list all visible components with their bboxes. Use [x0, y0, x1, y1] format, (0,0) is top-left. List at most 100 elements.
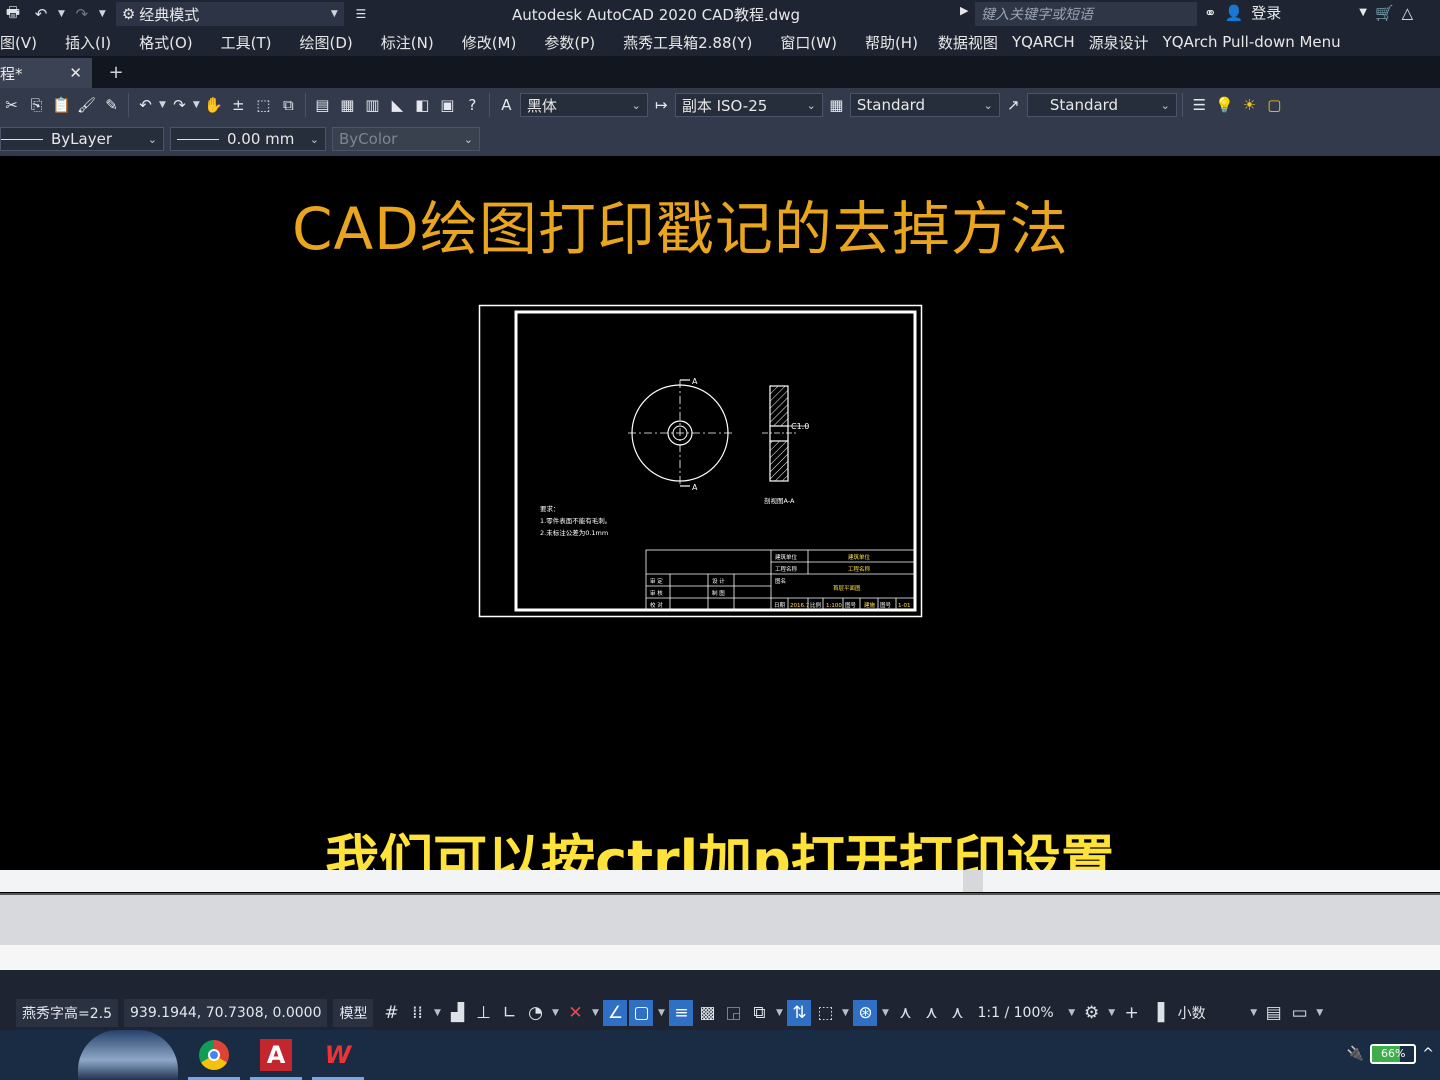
chevron-down-icon[interactable]: ▼ [839, 1008, 851, 1018]
help-icon[interactable]: ? [461, 93, 484, 117]
menu-item[interactable]: 图(V) [0, 32, 37, 53]
chevron-down-icon[interactable]: ▼ [879, 1008, 891, 1018]
chevron-down-icon[interactable]: ▼ [1106, 1008, 1118, 1018]
3d-osnap-icon[interactable]: ⧉ [747, 1000, 771, 1026]
font-height-indicator[interactable]: 燕秀字高=2.5 [16, 999, 118, 1027]
chevron-down-icon[interactable]: ▼ [589, 1008, 601, 1018]
multileader-style-icon[interactable]: ↗ [1002, 93, 1025, 117]
lineweight-display-icon[interactable]: ≡ [669, 1000, 694, 1026]
table-style-select[interactable]: Standard ⌄ [849, 93, 1000, 117]
snap-icon[interactable]: ⁞⁞ [405, 1000, 429, 1026]
menu-item[interactable]: 修改(M) [462, 32, 517, 53]
chevron-down-icon[interactable]: ▼ [159, 100, 166, 110]
menu-item[interactable]: 参数(P) [544, 32, 595, 53]
infer-constraints-icon[interactable]: ▟ [445, 1000, 469, 1026]
login-link[interactable]: 登录 [1251, 2, 1281, 23]
taskbar-autocad[interactable]: A [250, 1030, 302, 1080]
customize-qat-icon[interactable]: ☰ [350, 3, 372, 25]
dynamic-ucs-icon[interactable]: ⇅ [787, 1000, 812, 1026]
menu-item[interactable]: 工具(T) [221, 32, 272, 53]
calculator-icon[interactable]: ▣ [436, 93, 459, 117]
isometric-icon[interactable]: ✕ [563, 1000, 587, 1026]
chevron-down-icon[interactable]: ▼ [1314, 1008, 1326, 1018]
transparency-icon[interactable]: ▩ [695, 1000, 719, 1026]
layer-properties-icon[interactable]: ☰ [1188, 93, 1211, 117]
menu-item[interactable]: 格式(O) [139, 32, 193, 53]
annotation-scale-icon[interactable]: ⋏ [945, 1000, 969, 1026]
add-tab-button[interactable]: + [104, 62, 128, 84]
units-value[interactable]: 小数 [1172, 999, 1242, 1027]
dim-style-icon[interactable]: ↦ [650, 93, 673, 117]
dynamic-input-icon[interactable]: ⊥ [471, 1000, 495, 1026]
zoom-window-icon[interactable]: ⬚ [252, 93, 275, 117]
coordinates-readout[interactable]: 939.1944, 70.7308, 0.0000 [124, 999, 328, 1027]
chevron-down-icon[interactable]: ▼ [431, 1008, 443, 1018]
annotation-scale-value[interactable]: 1:1 / 100% [971, 999, 1059, 1027]
copy-icon[interactable]: ⎘ [25, 93, 48, 117]
menu-item[interactable]: 源泉设计 [1089, 32, 1149, 53]
quick-properties-icon[interactable]: ▤ [1262, 1000, 1286, 1026]
grid-icon[interactable]: # [379, 1000, 403, 1026]
drawing-canvas[interactable]: CAD绘图打印戳记的去掉方法 A A C1.0 剖视图A-A 要求： 1.零件表… [0, 158, 1440, 892]
drawing-sheet[interactable]: A A C1.0 剖视图A-A 要求： 1.零件表面不能有毛刺。 2.未标注公差… [478, 304, 924, 620]
chevron-down-icon[interactable]: ▼ [773, 1008, 785, 1018]
menu-item[interactable]: YQArch Pull-down Menu [1163, 33, 1341, 51]
paste-icon[interactable]: 📋 [50, 93, 73, 117]
command-input[interactable] [0, 945, 1440, 970]
menu-item[interactable]: 窗口(W) [780, 32, 837, 53]
lightbulb-icon[interactable]: 💡 [1213, 93, 1236, 117]
gear-icon[interactable]: ⚙ [1080, 1000, 1104, 1026]
menu-item[interactable]: 插入(I) [65, 32, 111, 53]
menu-item[interactable]: 标注(N) [381, 32, 434, 53]
redo-dropdown-icon[interactable]: ▼ [99, 9, 106, 19]
taskbar-wps[interactable]: W [312, 1030, 364, 1080]
polar-tracking-icon[interactable]: ◔ [523, 1000, 547, 1026]
tab-cad-tutorial[interactable]: 程* ✕ [0, 58, 92, 88]
workspace-selector[interactable]: ⚙ 经典模式 ▼ [115, 2, 344, 26]
workspace-switch-icon[interactable]: ▭ [1288, 1000, 1312, 1026]
autodesk-a360-icon[interactable]: △ [1402, 4, 1414, 22]
linetype-select[interactable]: ByLayer ⌄ [0, 127, 164, 151]
zoom-realtime-icon[interactable]: ± [227, 93, 250, 117]
scroll-thumb[interactable] [963, 870, 983, 892]
chevron-down-icon[interactable]: ▼ [549, 1008, 561, 1018]
pan-icon[interactable]: ✋ [202, 93, 225, 117]
plus-icon[interactable]: + [1120, 1000, 1144, 1026]
sheet-set-icon[interactable]: ◣ [386, 93, 409, 117]
chevron-down-icon[interactable]: ▼ [655, 1008, 667, 1018]
taskbar-chrome[interactable] [188, 1030, 240, 1080]
table-style-icon[interactable]: ▦ [825, 93, 848, 117]
menu-item[interactable]: YQARCH [1012, 33, 1075, 51]
search-input[interactable]: 键入关键字或短语 [975, 2, 1197, 26]
chevron-up-icon[interactable]: ^ [1422, 1046, 1434, 1062]
text-style-icon[interactable]: A [495, 93, 518, 117]
dim-style-select[interactable]: 副本 ISO-25 ⌄ [674, 93, 823, 117]
selection-cycling-icon[interactable]: ◲ [721, 1000, 745, 1026]
auto-scale-icon[interactable]: ⋏ [919, 1000, 943, 1026]
cut-icon[interactable]: ✂ [0, 93, 23, 117]
selection-filter-icon[interactable]: ⬚ [813, 1000, 837, 1026]
menu-item[interactable]: 燕秀工具箱2.88(Y) [623, 32, 752, 53]
search-expand-icon[interactable]: ▶ [960, 4, 968, 17]
ortho-icon[interactable]: ∟ [497, 1000, 521, 1026]
object-snap-tracking-icon[interactable]: ∠ [603, 1000, 628, 1026]
tool-palettes-icon[interactable]: ▥ [361, 93, 384, 117]
cart-icon[interactable]: 🛒 [1375, 4, 1394, 22]
block-editor-icon[interactable]: ✎ [100, 93, 123, 117]
chevron-down-icon[interactable]: ▼ [1359, 7, 1367, 18]
redo-icon[interactable]: ↷ [168, 93, 191, 117]
battery-indicator[interactable]: 66% [1370, 1044, 1417, 1064]
text-style-select[interactable]: 黑体 ⌄ [519, 93, 648, 117]
print-icon[interactable]: 🖶 [2, 3, 24, 25]
units-icon[interactable]: ▐ [1146, 1000, 1170, 1026]
layer-lock-icon[interactable]: ▢ [1263, 93, 1286, 117]
match-properties-icon[interactable]: 🖌 [75, 93, 98, 117]
undo-icon[interactable]: ↶ [30, 3, 52, 25]
zoom-previous-icon[interactable]: ⧉ [277, 93, 300, 117]
close-icon[interactable]: ✕ [69, 64, 82, 82]
sun-icon[interactable]: ☀ [1238, 93, 1261, 117]
menu-item[interactable]: 数据视图 [938, 32, 998, 53]
command-history-scrollbar[interactable] [0, 870, 1440, 892]
power-plug-icon[interactable]: 🔌 [1347, 1046, 1364, 1062]
redo-icon[interactable]: ↷ [71, 3, 93, 25]
